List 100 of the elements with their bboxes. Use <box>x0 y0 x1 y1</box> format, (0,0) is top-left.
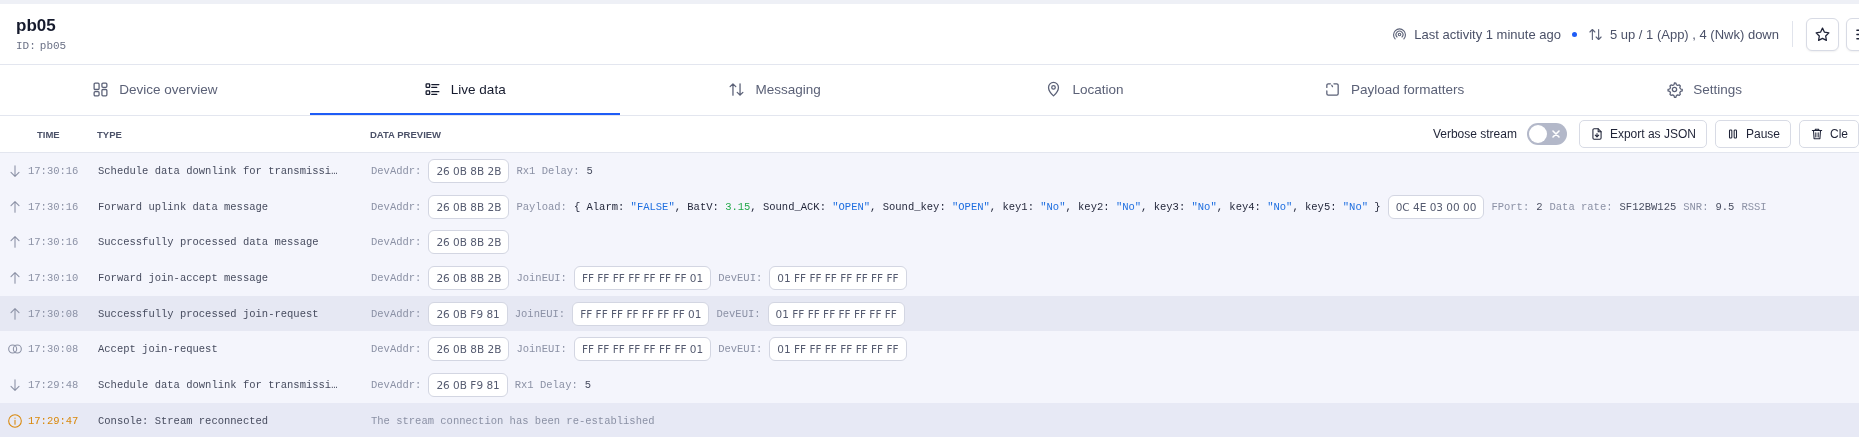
comma: , <box>674 200 681 213</box>
payload-key: Alarm: <box>586 200 625 213</box>
comma: , <box>1141 200 1148 213</box>
field-label: DevAddr: <box>371 164 422 177</box>
hex-value: 26 0B 8B 2B <box>428 265 510 290</box>
arrow-up-icon <box>7 269 23 286</box>
event-type: Forward uplink data message <box>98 200 270 213</box>
field-label: DevAddr: <box>371 378 422 391</box>
event-type: Schedule data downlink for transmissi… <box>98 378 339 391</box>
arrow-up-icon <box>7 234 23 251</box>
toolbar-button[interactable]: Export as JSON <box>1578 120 1707 148</box>
event-time: 17:29:48 <box>28 378 80 391</box>
toolbar-button[interactable]: Cle <box>1799 120 1859 148</box>
payload-value: "No" <box>1191 200 1217 213</box>
field-value: 9.5 <box>1715 200 1735 213</box>
hex-value: FF FF FF FF FF FF FF 01 <box>573 265 712 290</box>
field-label: Rx1 Delay: <box>514 378 578 391</box>
payload-key: key4: <box>1229 200 1261 213</box>
hex-value: 01 FF FF FF FF FF FF FF <box>767 301 905 326</box>
event-type: Console: Stream reconnected <box>98 414 270 427</box>
hex-value: 26 0B 8B 2B <box>428 230 510 255</box>
up-down-arrows-icon <box>1587 26 1603 42</box>
field-label: Payload: <box>516 200 567 213</box>
settings-icon <box>1666 80 1684 98</box>
comma: , <box>989 200 997 213</box>
comma: , <box>1065 200 1072 213</box>
hex-value: 26 0B F9 81 <box>428 372 508 397</box>
payload-key: key3: <box>1153 200 1186 213</box>
comma: , <box>1216 200 1224 213</box>
event-message: The stream connection has been re-established <box>371 414 655 427</box>
hex-value: 26 0B F9 81 <box>428 301 508 326</box>
payload-value: "No" <box>1115 200 1142 213</box>
hex-value: 0C 4E 03 00 00 <box>1387 194 1485 219</box>
comma: , <box>870 200 877 213</box>
event-type: Successfully processed join-request <box>98 307 320 320</box>
field-label: Rx1 Delay: <box>516 164 580 177</box>
field-label: Data rate: <box>1549 200 1613 213</box>
field-value: 5 <box>584 378 592 391</box>
payload-key: key2: <box>1078 200 1110 213</box>
event-time: 17:30:10 <box>28 271 80 284</box>
comma: , <box>1292 200 1299 213</box>
field-label: JoinEUI: <box>514 307 566 320</box>
field-label: JoinEUI: <box>516 271 567 284</box>
field-label: DevAddr: <box>371 307 422 320</box>
event-row[interactable]: 17:29:47 Console: Stream reconnected The stream connection has been re-established <box>0 402 1859 437</box>
arrow-down-icon <box>7 376 23 393</box>
brace: { <box>573 200 581 213</box>
payload-value: "No" <box>1040 200 1066 213</box>
event-time: 17:30:08 <box>28 307 80 320</box>
hex-value: FF FF FF FF FF FF FF 01 <box>573 337 712 362</box>
event-time: 17:30:16 <box>28 164 80 177</box>
traffic-text: 5 up / 1 (App) , 4 (Nwk) down <box>1609 26 1779 42</box>
toggle-label: Verbose stream <box>1432 127 1517 141</box>
hex-value: 26 0B 8B 2B <box>428 194 510 219</box>
field-value: SF12BW125 <box>1619 200 1677 213</box>
event-time: 17:30:16 <box>28 200 80 213</box>
field-label: DevEUI: <box>716 307 761 320</box>
column-header: TIME <box>37 128 61 140</box>
trash-icon <box>1810 127 1824 141</box>
field-label: DevEUI: <box>718 343 763 356</box>
field-label: DevAddr: <box>371 200 422 213</box>
column-header: TYPE <box>97 128 123 140</box>
signal-icon <box>1392 26 1408 42</box>
column-header: DATA PREVIEW <box>370 128 442 140</box>
event-time: 17:30:08 <box>28 343 80 356</box>
payload-key: key5: <box>1305 200 1337 213</box>
payload-key: key1: <box>1002 200 1034 213</box>
event-time: 17:30:16 <box>28 236 80 249</box>
field-label: FPort: <box>1491 200 1530 213</box>
arrow-up-icon <box>7 198 23 215</box>
brace: } <box>1374 200 1381 213</box>
x-icon <box>1550 129 1561 139</box>
list-icon <box>423 80 441 98</box>
payload-value: "OPEN" <box>952 200 990 213</box>
arrow-up-icon <box>7 305 23 322</box>
event-type: Accept join-request <box>98 343 219 356</box>
payload-value: "No" <box>1267 200 1293 213</box>
id-label: ID: <box>16 40 36 52</box>
field-label: SNR: <box>1683 200 1709 213</box>
star-button[interactable] <box>1806 17 1839 51</box>
up-down-arrows-icon <box>728 80 746 98</box>
payload-key: Sound_key: <box>882 200 946 213</box>
payload-value: "OPEN" <box>832 200 871 213</box>
field-label: DevAddr: <box>371 236 422 249</box>
grid-icon <box>92 80 110 98</box>
toolbar-button[interactable]: Pause <box>1714 120 1791 148</box>
payload-value: 3.15 <box>725 200 751 213</box>
hex-value: 26 0B 8B 2B <box>428 158 510 183</box>
field-value: 2 <box>1536 200 1543 213</box>
field-label: DevEUI: <box>718 271 763 284</box>
field-value: 5 <box>586 164 593 177</box>
hex-value: 26 0B 8B 2B <box>428 337 510 362</box>
event-type: Schedule data downlink for transmissi… <box>98 164 339 177</box>
bracket-icon <box>1324 80 1342 98</box>
arrow-down-icon <box>7 162 23 179</box>
payload-value: "FALSE" <box>630 200 675 213</box>
payload-key: Sound_ACK: <box>762 200 826 213</box>
verbose-toggle[interactable] <box>1526 123 1567 145</box>
field-label: DevAddr: <box>371 271 422 284</box>
event-row[interactable]: 17:30:08 Successfully processed join-request DevAddr: 26 0B F9 81 JoinEUI: FF FF FF FF FF FF FF 01 DevEUI: 01 FF FF FF FF FF FF FF <box>0 295 1859 332</box>
